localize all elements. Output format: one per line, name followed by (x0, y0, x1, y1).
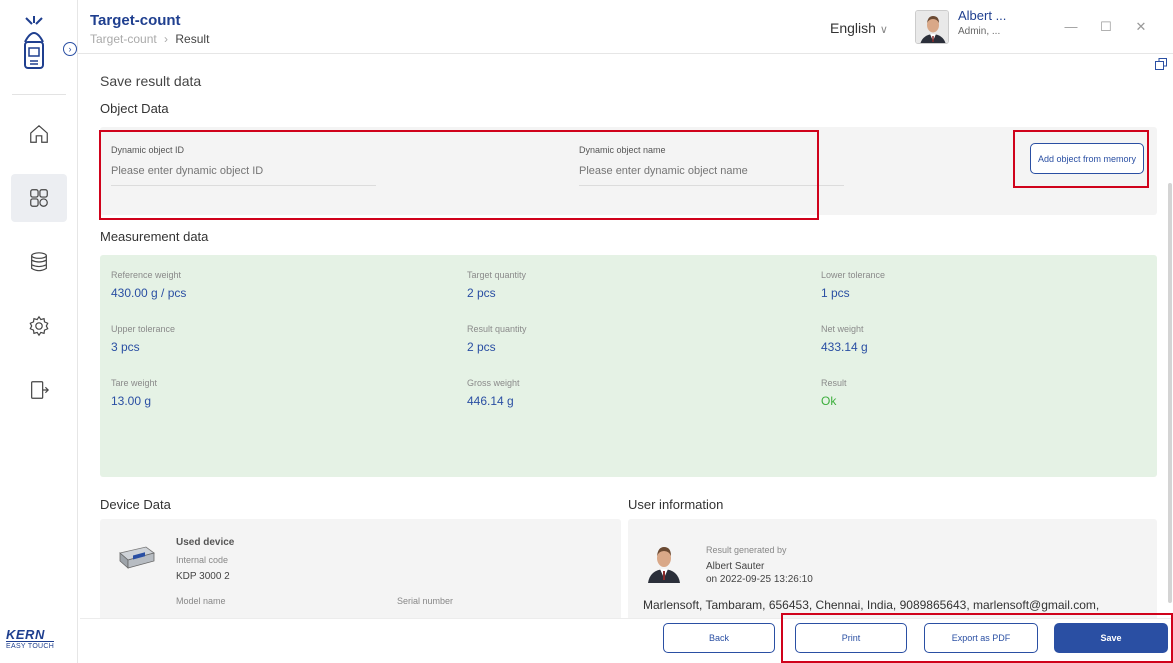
internal-code-value: KDP 3000 2 (176, 571, 230, 582)
measurement-label: Result quantity (467, 324, 527, 334)
database-icon (31, 252, 47, 272)
user-photo-icon (646, 541, 682, 583)
measurement-label: Gross weight (467, 378, 520, 388)
user-photo-icon (916, 11, 948, 43)
nav-home[interactable] (11, 110, 67, 158)
measurement-value: 446.14 g (467, 394, 514, 408)
app-window: › KERN EASY TOUCH Target-count Target-co… (0, 0, 1173, 663)
user-role: Admin, ... (958, 26, 1001, 37)
logout-icon (31, 381, 50, 399)
expand-icon[interactable]: › (63, 42, 77, 56)
device-data-title: Device Data (100, 497, 171, 512)
sidebar-divider (12, 94, 66, 95)
serial-number-label: Serial number (397, 596, 454, 606)
kern-logo: KERN EASY TOUCH (6, 628, 55, 650)
model-name-label: Model name (176, 596, 226, 606)
settings-icon (29, 315, 49, 337)
object-data-title: Object Data (100, 101, 169, 116)
used-device-label: Used device (176, 537, 235, 548)
measurement-value: 430.00 g / pcs (111, 286, 187, 300)
home-icon (30, 124, 48, 143)
page-title: Target-count (90, 12, 181, 29)
avatar[interactable] (915, 10, 949, 44)
user-name[interactable]: Albert ... (958, 8, 1006, 23)
kern-brand: KERN (6, 628, 55, 642)
back-button[interactable]: Back (663, 623, 775, 653)
minimize-icon[interactable]: — (1062, 18, 1080, 36)
measurement-label: Net weight (821, 324, 864, 334)
close-icon[interactable]: ✕ (1132, 18, 1150, 36)
main-content: Save result data Object Data Dynamic obj… (80, 55, 1173, 663)
restore-icon[interactable] (1155, 58, 1167, 70)
measurement-value: 433.14 g (821, 340, 868, 354)
header: Target-count Target-count › Result Engli… (78, 0, 1173, 54)
measurement-data-title: Measurement data (100, 229, 209, 244)
generated-by-name: Albert Sauter (706, 561, 765, 572)
measurement-value: 1 pcs (821, 286, 850, 300)
highlight-object-fields (99, 130, 819, 220)
breadcrumb-item-result: Result (175, 32, 210, 46)
user-information-title: User information (628, 497, 724, 512)
internal-code-label: Internal code (176, 555, 229, 565)
measurement-panel: Reference weight 430.00 g / pcs Target q… (100, 255, 1157, 477)
measurement-label: Result (821, 378, 847, 388)
measurement-label: Reference weight (111, 270, 182, 280)
save-result-heading: Save result data (100, 73, 202, 89)
kern-subtitle: EASY TOUCH (6, 643, 55, 650)
maximize-icon[interactable]: ☐ (1097, 18, 1115, 36)
nav-apps[interactable] (11, 174, 67, 222)
generated-by-label: Result generated by (706, 545, 787, 555)
measurement-value: 2 pcs (467, 340, 496, 354)
nav-logout[interactable] (11, 366, 67, 414)
avatar (646, 541, 682, 583)
language-select[interactable]: English ∨ (830, 20, 888, 36)
device-scale-icon (119, 546, 155, 569)
language-value: English (830, 20, 876, 36)
apps-icon (30, 189, 48, 207)
chevron-down-icon: ∨ (879, 24, 888, 36)
result-status-value: Ok (821, 394, 837, 408)
nav-settings[interactable] (11, 302, 67, 350)
vertical-scrollbar[interactable] (1168, 183, 1172, 603)
measurement-label: Target quantity (467, 270, 527, 280)
breadcrumb-item-target-count[interactable]: Target-count (90, 32, 157, 46)
scale-logo-icon (24, 16, 44, 69)
measurement-label: Tare weight (111, 378, 158, 388)
measurement-value: 3 pcs (111, 340, 140, 354)
highlight-add-button (1013, 130, 1149, 188)
measurement-value: 2 pcs (467, 286, 496, 300)
breadcrumb: Target-count › Result (90, 32, 209, 46)
breadcrumb-separator-icon: › (164, 32, 169, 46)
measurement-value: 13.00 g (111, 394, 152, 408)
generated-on: on 2022-09-25 13:26:10 (706, 574, 813, 585)
measurement-label: Lower tolerance (821, 270, 886, 280)
user-address: Marlensoft, Tambaram, 656453, Chennai, I… (643, 598, 1100, 612)
highlight-action-buttons (781, 613, 1173, 663)
measurement-label: Upper tolerance (111, 324, 176, 334)
nav-database[interactable] (11, 238, 67, 286)
sidebar: › KERN EASY TOUCH (0, 0, 78, 663)
